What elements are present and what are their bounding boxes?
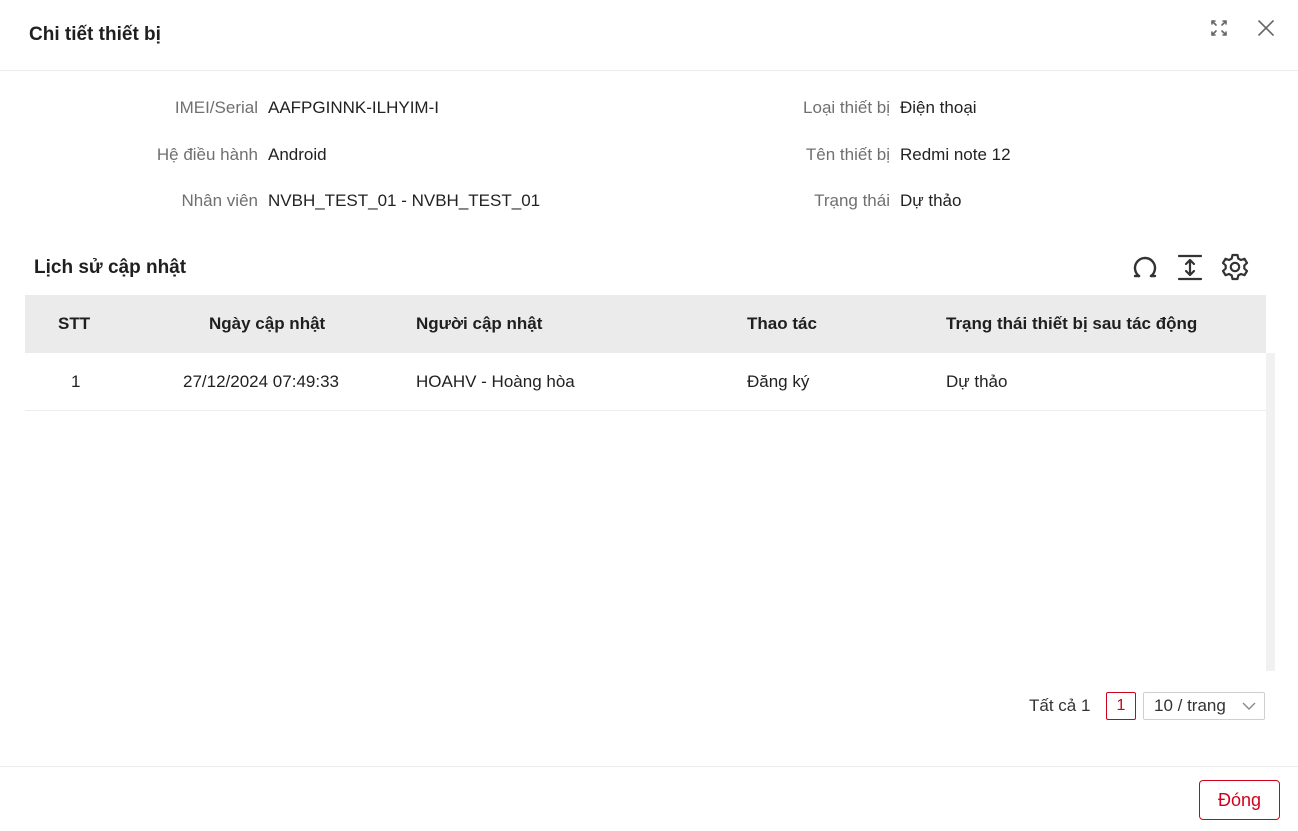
info-value: NVBH_TEST_01 - NVBH_TEST_01 [268,191,541,210]
info-value: Dự thảo [900,191,962,210]
dialog-header: Chi tiết thiết bị [0,0,1298,71]
cell-updated-date: 27/12/2024 07:49:33 [183,372,339,391]
row-height-icon[interactable] [1175,252,1205,282]
dialog-title: Chi tiết thiết bị [29,24,161,45]
cell-status-after: Dự thảo [946,372,1008,391]
info-label: Nhân viên [181,191,258,210]
column-header-updated-date[interactable]: Ngày cập nhật [209,295,325,353]
pagination-total: Tất cả 1 [1029,696,1091,715]
page-size-select[interactable]: 10 / trang [1143,692,1265,720]
info-value: Android [268,145,327,164]
info-label: Hệ điều hành [156,145,258,164]
expand-icon[interactable] [1207,16,1231,40]
info-label: Trạng thái [814,191,890,210]
cell-action: Đăng ký [747,372,810,391]
table-row[interactable]: 1 27/12/2024 07:49:33 HOAHV - Hoàng hòa … [25,353,1266,411]
settings-icon[interactable] [1220,252,1250,282]
history-title: Lịch sử cập nhật [34,257,187,278]
close-button[interactable]: Đóng [1199,780,1280,820]
column-header-status-after[interactable]: Trạng thái thiết bị sau tác động [946,295,1197,353]
pagination-page-1[interactable]: 1 [1106,692,1136,720]
info-value: AAFPGINNK-ILHYIM-I [268,98,439,117]
table-header: STT Ngày cập nhật Người cập nhật Thao tá… [25,295,1266,353]
history-table: STT Ngày cập nhật Người cập nhật Thao tá… [25,295,1266,671]
info-label: IMEI/Serial [174,98,258,117]
column-header-updated-by[interactable]: Người cập nhật [416,295,542,353]
info-label: Tên thiết bị [805,145,890,164]
info-value: Điện thoại [900,98,977,117]
info-value: Redmi note 12 [900,145,1011,164]
page-size-value: 10 / trang [1154,696,1226,715]
cell-updated-by: HOAHV - Hoàng hòa [416,372,575,391]
column-header-action[interactable]: Thao tác [747,295,817,353]
info-label: Loại thiết bị [803,98,890,117]
column-header-stt[interactable]: STT [58,295,90,353]
cell-stt: 1 [71,372,81,391]
chevron-down-icon [1242,702,1256,710]
footer-divider [0,766,1298,767]
close-icon[interactable] [1254,16,1278,40]
table-scrollbar[interactable] [1266,353,1275,671]
refresh-icon[interactable] [1130,252,1160,282]
